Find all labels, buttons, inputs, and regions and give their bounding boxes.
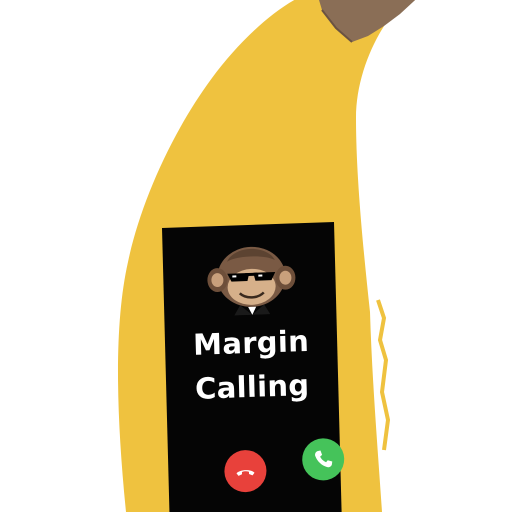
incoming-call-screen: Margin Calling [162, 221, 345, 512]
banana-rough-edge-right [376, 299, 391, 451]
monkey-avatar-icon [207, 246, 296, 316]
phone-hangup-icon [236, 470, 255, 476]
accept-call-button[interactable] [301, 437, 345, 482]
phone-answer-icon [315, 450, 333, 468]
caller-name: Margin Calling [192, 323, 310, 406]
banana-phone-scene: Margin Calling [0, 0, 512, 512]
decline-call-button[interactable] [223, 449, 267, 493]
